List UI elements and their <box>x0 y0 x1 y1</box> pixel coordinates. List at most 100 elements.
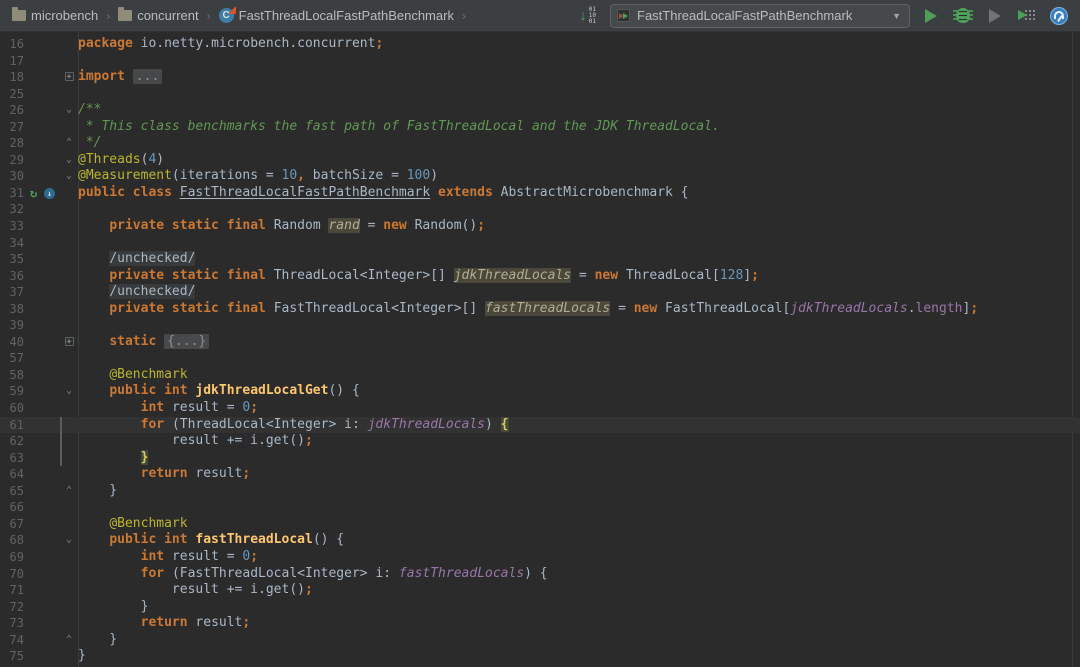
line-number[interactable]: 26 <box>0 102 24 119</box>
line-number[interactable]: 73 <box>0 615 24 632</box>
code-text[interactable] <box>78 235 1080 252</box>
line-number[interactable]: 60 <box>0 400 24 417</box>
run-gutter-icon[interactable]: ↻ <box>30 187 42 199</box>
line-number[interactable]: 27 <box>0 119 24 136</box>
code-text[interactable]: @Measurement(iterations = 10, batchSize … <box>78 168 1080 185</box>
code-text[interactable] <box>78 499 1080 516</box>
code-text[interactable]: result += i.get(); <box>78 433 1080 450</box>
code-text[interactable]: public int jdkThreadLocalGet() { <box>78 383 1080 400</box>
fold-marker[interactable]: ⌄ <box>60 383 78 400</box>
gutter-icon-area: ↻ ↓ <box>24 185 60 202</box>
profiler-gauge-button[interactable] <box>1048 5 1070 27</box>
intention-lightbulb-icon[interactable] <box>86 419 98 432</box>
code-text[interactable]: int result = 0; <box>78 549 1080 566</box>
code-text[interactable] <box>78 86 1080 103</box>
code-text[interactable]: */ <box>78 135 1080 152</box>
code-text[interactable] <box>78 53 1080 70</box>
line-number[interactable]: 17 <box>0 53 24 70</box>
code-text[interactable]: } <box>78 599 1080 616</box>
code-text[interactable]: private static final Random rand = new R… <box>78 218 1080 235</box>
line-number[interactable]: 67 <box>0 516 24 533</box>
line-number[interactable]: 75 <box>0 648 24 665</box>
fold-marker[interactable]: ⌄ <box>60 102 78 119</box>
code-text[interactable]: } <box>78 483 1080 500</box>
line-number[interactable]: 25 <box>0 86 24 103</box>
line-number[interactable]: 68 <box>0 532 24 549</box>
line-number[interactable]: 39 <box>0 317 24 334</box>
breadcrumb-item-microbench[interactable]: microbench <box>8 6 102 25</box>
run-configuration-select[interactable]: FastThreadLocalFastPathBenchmark ▼ <box>610 3 910 28</box>
code-text[interactable]: public int fastThreadLocal() { <box>78 532 1080 549</box>
code-text[interactable]: @Benchmark <box>78 516 1080 533</box>
code-text[interactable]: public class FastThreadLocalFastPathBenc… <box>78 185 1080 202</box>
line-number[interactable]: 34 <box>0 235 24 252</box>
line-number[interactable]: 16 <box>0 36 24 53</box>
code-text[interactable]: for (FastThreadLocal<Integer> i: fastThr… <box>78 566 1080 583</box>
line-number[interactable]: 30 <box>0 168 24 185</box>
fold-marker[interactable]: ⌄ <box>60 152 78 169</box>
line-number[interactable]: 62 <box>0 433 24 450</box>
vcs-binary-download-icon[interactable]: ↓ 01 10 01 <box>575 5 600 27</box>
line-number[interactable]: 32 <box>0 201 24 218</box>
line-number[interactable]: 40 <box>0 334 24 351</box>
code-text[interactable] <box>78 201 1080 218</box>
code-text[interactable]: @Threads(4) <box>78 152 1080 169</box>
line-number[interactable]: 36 <box>0 268 24 285</box>
breadcrumb-item-FastThreadLocalFastPathBenchmark[interactable]: C FastThreadLocalFastPathBenchmark <box>215 6 458 25</box>
line-number[interactable]: 57 <box>0 350 24 367</box>
line-number[interactable]: 69 <box>0 549 24 566</box>
line-number[interactable]: 29 <box>0 152 24 169</box>
overridden-marker-icon[interactable]: ↓ <box>44 187 55 199</box>
code-text[interactable]: /unchecked/ <box>78 251 1080 268</box>
code-text[interactable] <box>78 350 1080 367</box>
breadcrumb-item-concurrent[interactable]: concurrent <box>114 6 202 25</box>
fold-marker[interactable]: ⌃ <box>60 483 78 500</box>
line-number[interactable]: 59 <box>0 383 24 400</box>
fold-marker[interactable]: ⌄ <box>60 532 78 549</box>
code-text[interactable]: import ... <box>78 69 1080 86</box>
line-number[interactable]: 66 <box>0 499 24 516</box>
line-number[interactable]: 58 <box>0 367 24 384</box>
code-text[interactable]: /** <box>78 102 1080 119</box>
code-text[interactable]: private static final FastThreadLocal<Int… <box>78 300 1080 318</box>
line-number[interactable]: 65 <box>0 483 24 500</box>
run-profiler-button[interactable] <box>1016 5 1038 27</box>
line-number[interactable]: 63 <box>0 450 24 467</box>
code-text[interactable]: package io.netty.microbench.concurrent; <box>78 36 1080 53</box>
line-number[interactable]: 70 <box>0 566 24 583</box>
code-text[interactable]: } <box>78 632 1080 649</box>
code-text[interactable]: for (ThreadLocal<Integer> i: jdkThreadLo… <box>78 416 1080 434</box>
fold-marker[interactable]: ⌃ <box>60 135 78 152</box>
line-number[interactable]: 74 <box>0 632 24 649</box>
code-text[interactable]: return result; <box>78 615 1080 632</box>
code-text[interactable]: @Benchmark <box>78 367 1080 384</box>
line-number[interactable]: 37 <box>0 284 24 301</box>
line-number[interactable]: 35 <box>0 251 24 268</box>
run-button[interactable] <box>920 5 942 27</box>
code-text[interactable]: } <box>78 449 1080 467</box>
code-text[interactable]: /unchecked/ <box>78 284 1080 301</box>
line-number[interactable]: 31 <box>0 185 24 202</box>
fold-marker[interactable]: + <box>60 69 78 86</box>
line-number[interactable]: 18 <box>0 69 24 86</box>
code-text[interactable]: * This class benchmarks the fast path of… <box>78 119 1080 136</box>
code-text[interactable]: static {...} <box>78 333 1080 351</box>
code-text[interactable]: private static final ThreadLocal<Integer… <box>78 267 1080 285</box>
fold-marker[interactable]: + <box>60 334 78 351</box>
line-number[interactable]: 61 <box>0 417 24 434</box>
code-text[interactable]: } <box>78 648 1080 665</box>
line-number[interactable]: 64 <box>0 466 24 483</box>
fold-marker[interactable]: ⌃ <box>60 632 78 649</box>
debug-button[interactable] <box>952 5 974 27</box>
run-coverage-button[interactable] <box>984 5 1006 27</box>
line-number[interactable]: 33 <box>0 218 24 235</box>
line-number[interactable]: 28 <box>0 135 24 152</box>
code-text[interactable] <box>78 317 1080 334</box>
code-text[interactable]: int result = 0; <box>78 400 1080 417</box>
line-number[interactable]: 38 <box>0 301 24 318</box>
line-number[interactable]: 71 <box>0 582 24 599</box>
code-text[interactable]: result += i.get(); <box>78 582 1080 599</box>
fold-marker[interactable]: ⌄ <box>60 168 78 185</box>
code-text[interactable]: return result; <box>78 466 1080 483</box>
line-number[interactable]: 72 <box>0 599 24 616</box>
